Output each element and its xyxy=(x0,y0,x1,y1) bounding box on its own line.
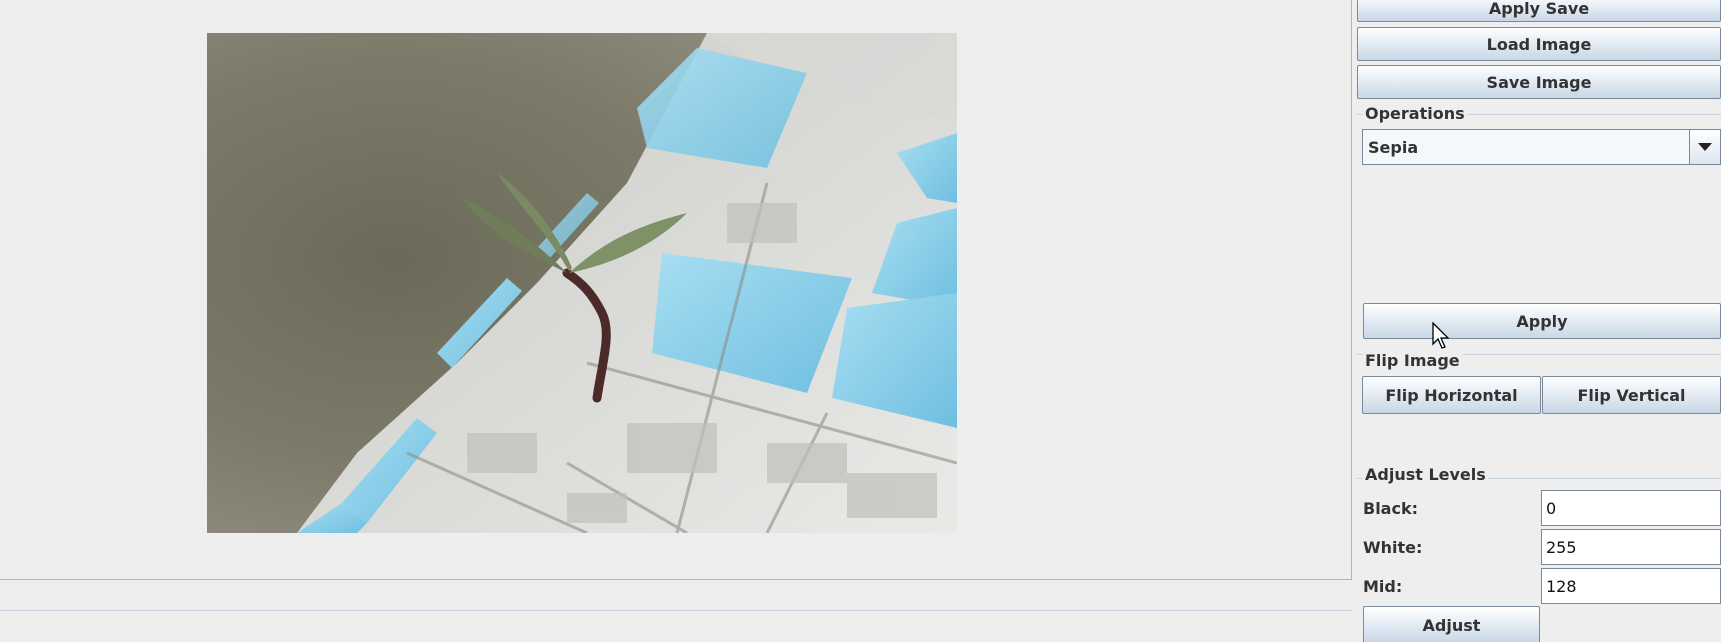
operations-dropdown[interactable]: Sepia xyxy=(1362,129,1721,165)
black-input[interactable] xyxy=(1541,490,1721,526)
load-image-button[interactable]: Load Image xyxy=(1357,27,1721,61)
flip-horizontal-button[interactable]: Flip Horizontal xyxy=(1362,376,1541,414)
flip-vertical-button[interactable]: Flip Vertical xyxy=(1542,376,1721,414)
apply-button[interactable]: Apply xyxy=(1363,303,1721,339)
operations-selected-value: Sepia xyxy=(1368,137,1419,157)
save-image-button[interactable]: Save Image xyxy=(1357,65,1721,99)
status-bar-secondary xyxy=(0,612,1352,642)
mid-input[interactable] xyxy=(1541,568,1721,604)
image-canvas xyxy=(0,0,1352,580)
app-window: Apply Save Load Image Save Image Operati… xyxy=(0,0,1721,642)
loaded-image xyxy=(207,33,957,533)
status-bar-primary xyxy=(0,581,1352,611)
flip-group-title: Flip Image xyxy=(1363,351,1462,370)
white-label: White: xyxy=(1363,538,1423,557)
mid-label: Mid: xyxy=(1363,577,1403,596)
black-label: Black: xyxy=(1363,499,1418,518)
apply-save-button[interactable]: Apply Save xyxy=(1357,0,1721,22)
white-input[interactable] xyxy=(1541,529,1721,565)
operations-group-title: Operations xyxy=(1363,104,1467,123)
levels-group-title: Adjust Levels xyxy=(1363,465,1488,484)
adjust-button[interactable]: Adjust xyxy=(1363,606,1540,642)
chevron-down-icon[interactable] xyxy=(1689,130,1720,164)
control-panel: Apply Save Load Image Save Image Operati… xyxy=(1357,0,1721,642)
